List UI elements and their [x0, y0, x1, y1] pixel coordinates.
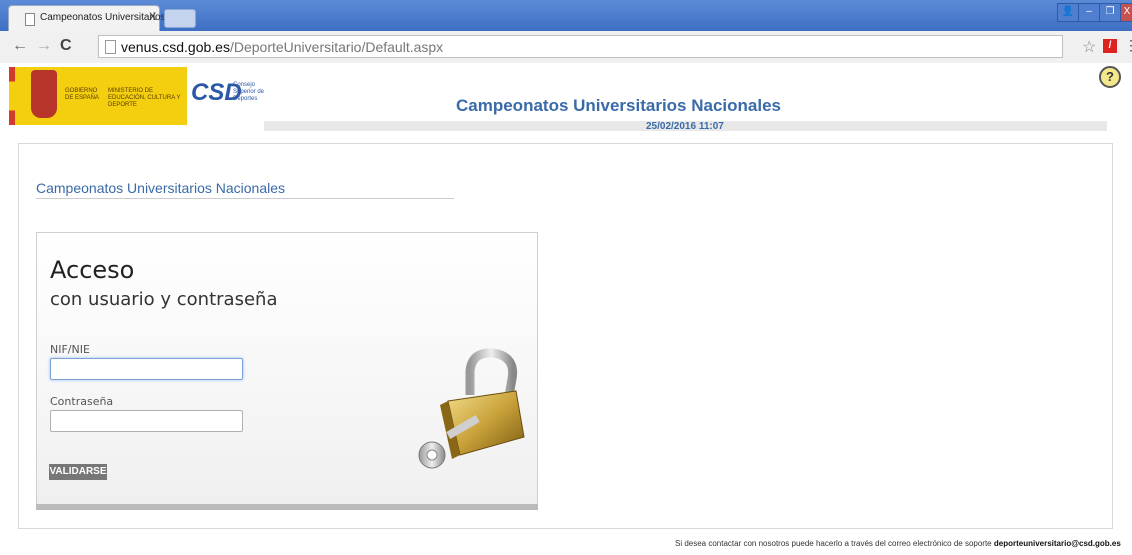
section-divider	[36, 198, 454, 199]
login-heading: Acceso	[50, 256, 135, 284]
footer-contact: Si desea contactar con nosotros puede ha…	[675, 539, 1121, 548]
page-icon	[25, 13, 35, 26]
csd-text: Consejo Superior de Deportes	[233, 82, 265, 102]
current-datetime: 25/02/2016 11:07	[646, 121, 724, 132]
back-icon[interactable]: ←	[12, 37, 28, 55]
pdf-extension-icon[interactable]: /	[1103, 39, 1117, 53]
government-text: GOBIERNO DE ESPAÑA	[65, 88, 99, 101]
login-subheading: con usuario y contraseña	[50, 289, 278, 310]
address-bar[interactable]: venus.csd.gob.es/DeporteUniversitario/De…	[98, 35, 1063, 58]
minimize-button[interactable]: –	[1078, 3, 1100, 22]
login-panel-footer	[36, 504, 538, 510]
ministry-text: MINISTERIO DE EDUCACIÓN, CULTURA Y DEPOR…	[108, 88, 181, 108]
site-title: Campeonatos Universitarios Nacionales	[456, 96, 782, 115]
user-icon[interactable]: 👤	[1057, 3, 1079, 22]
browser-tab[interactable]: Campeonatos Universitarios X	[8, 5, 166, 31]
maximize-button[interactable]: ❐	[1099, 3, 1121, 22]
padlock-icon	[418, 348, 525, 469]
help-icon[interactable]: ?	[1099, 66, 1121, 88]
support-email-link[interactable]: deporteuniversitario@csd.gob.es	[994, 539, 1121, 548]
flag-stripe	[9, 67, 15, 125]
validate-button[interactable]: VALIDARSE	[49, 464, 107, 480]
coat-of-arms-icon	[31, 70, 57, 118]
password-input[interactable]	[50, 410, 243, 432]
government-logo: GOBIERNO DE ESPAÑA MINISTERIO DE EDUCACI…	[9, 67, 187, 125]
footer-text: Si desea contactar con nosotros puede ha…	[675, 539, 994, 548]
menu-icon[interactable]: ⋮	[1124, 37, 1132, 54]
bookmark-star-icon[interactable]: ☆	[1082, 37, 1096, 57]
csd-logo: CSD Consejo Superior de Deportes	[187, 67, 267, 125]
nif-label: NIF/NIE	[50, 343, 90, 356]
browser-toolbar: ← → C venus.csd.gob.es/DeporteUniversita…	[0, 31, 1132, 64]
new-tab-button[interactable]	[164, 9, 196, 28]
tab-title: Campeonatos Universitarios	[40, 12, 166, 23]
site-header: GOBIERNO DE ESPAÑA MINISTERIO DE EDUCACI…	[0, 63, 1132, 132]
password-label: Contraseña	[50, 395, 114, 408]
page-icon	[105, 40, 116, 54]
url-text: venus.csd.gob.es/DeporteUniversitario/De…	[121, 39, 443, 55]
forward-icon[interactable]: →	[36, 37, 52, 55]
url-path: /DeporteUniversitario/Default.aspx	[229, 39, 444, 55]
section-title: Campeonatos Universitarios Nacionales	[36, 180, 286, 196]
tab-close-icon[interactable]: X	[149, 11, 156, 23]
close-window-button[interactable]: X	[1120, 3, 1132, 22]
reload-icon[interactable]: C	[60, 37, 72, 55]
browser-titlebar: Campeonatos Universitarios X 👤 – ❐ X	[0, 0, 1132, 31]
nif-input[interactable]	[50, 358, 243, 380]
url-host: venus.csd.gob.es	[121, 39, 230, 55]
